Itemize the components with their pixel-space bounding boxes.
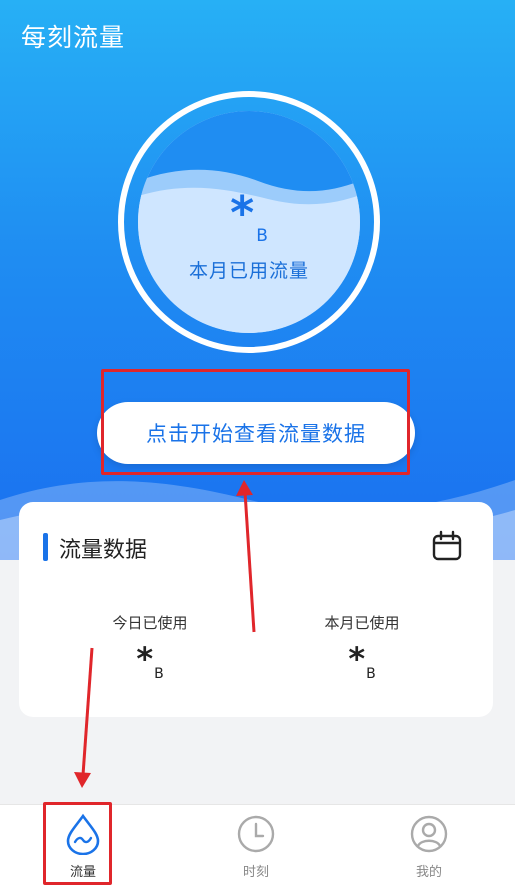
app-title: 每刻流量 <box>21 23 126 52</box>
stat-month-number: * <box>348 640 366 678</box>
clock-icon <box>237 815 275 853</box>
tab-time-label: 时刻 <box>242 865 269 880</box>
stat-today-label: 今日已使用 <box>112 614 188 632</box>
stat-month-label: 本月已使用 <box>324 614 400 632</box>
highlight-box-tab <box>43 802 112 885</box>
arrow-to-tab-head <box>74 772 91 788</box>
card-title: 流量数据 <box>59 538 148 563</box>
stat-month-value: *B <box>262 643 462 682</box>
usage-value-unit: B <box>256 226 268 246</box>
stat-today-unit: B <box>154 666 164 682</box>
tab-profile[interactable]: 我的 <box>379 813 479 880</box>
stat-today: 今日已使用 *B <box>50 612 250 682</box>
usage-value-number: * <box>230 186 255 240</box>
stat-month: 本月已使用 *B <box>262 612 462 682</box>
stat-month-unit: B <box>366 666 376 682</box>
stat-today-value: *B <box>50 643 250 682</box>
tab-time[interactable]: 时刻 <box>206 813 306 880</box>
highlight-box-button <box>101 369 410 475</box>
usage-label: 本月已用流量 <box>188 260 309 282</box>
calendar-icon[interactable] <box>431 530 463 562</box>
stat-today-number: * <box>136 640 154 678</box>
tab-profile-label: 我的 <box>415 865 442 880</box>
usage-value: * B <box>138 190 360 246</box>
user-icon <box>410 815 448 853</box>
traffic-data-card: 流量数据 今日已使用 *B 本月已使用 *B <box>19 502 493 717</box>
card-title-bar <box>43 533 48 561</box>
